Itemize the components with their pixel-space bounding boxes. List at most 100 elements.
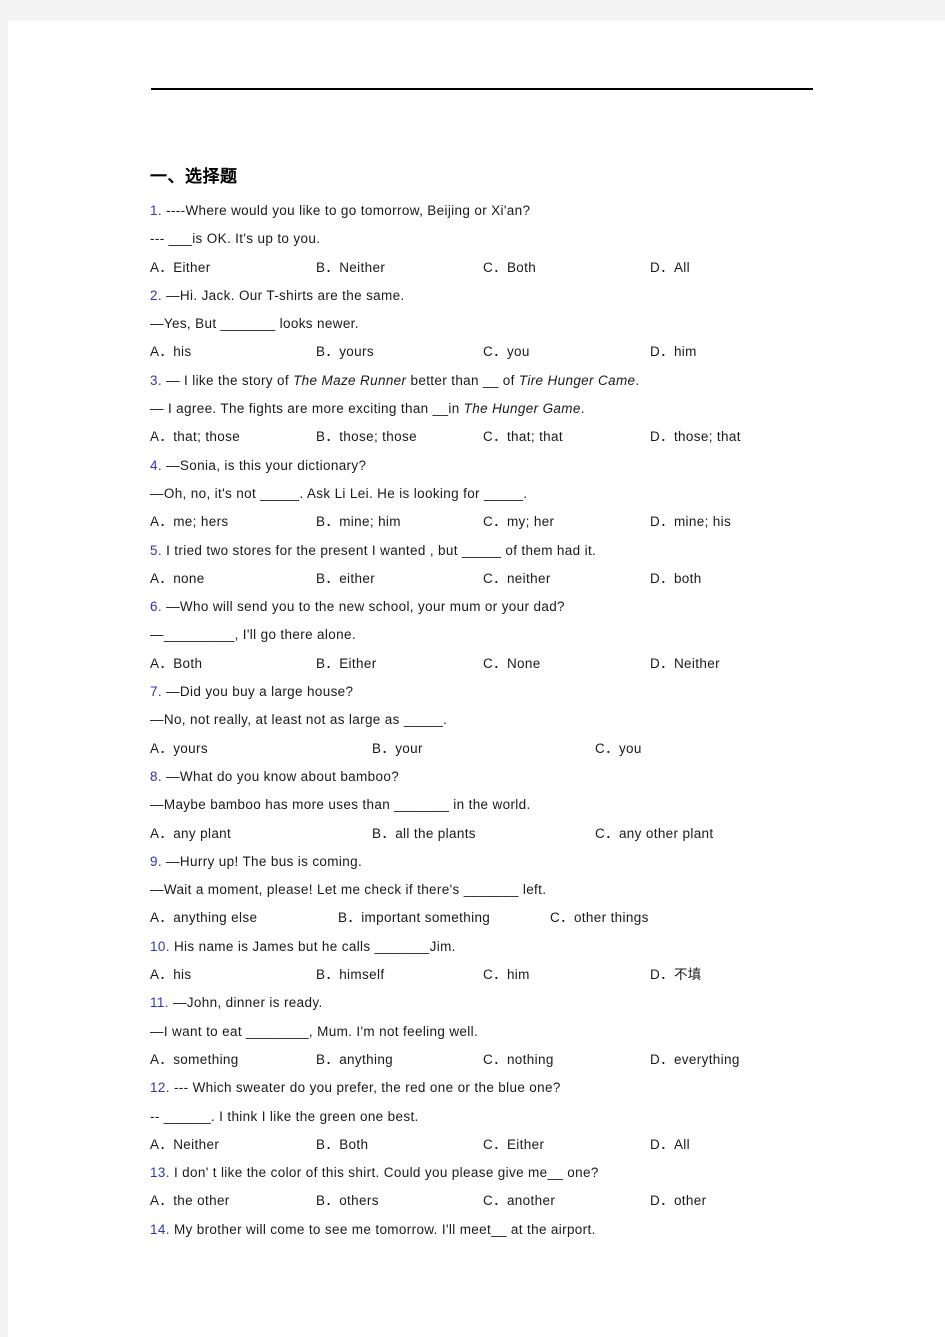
question-text: —Hi. Jack. Our T-shirts are the same. — [166, 287, 405, 303]
question-text: —Who will send you to the new school, yo… — [166, 599, 565, 615]
option-row: A．none B．either C．neither D．both — [150, 565, 850, 593]
question-text: —_________, I'll go there alone. — [150, 627, 356, 643]
question-line: 3. — I like the story of The Maze Runner… — [150, 367, 850, 395]
option-choice[interactable]: A．the other — [150, 1187, 230, 1215]
option-choice[interactable]: C．Either — [483, 1131, 544, 1159]
question-line: 1. ----Where would you like to go tomorr… — [150, 197, 850, 225]
question-text: —Wait a moment, please! Let me check if … — [150, 882, 547, 898]
question-line: 11. —John, dinner is ready. — [150, 989, 850, 1017]
option-choice[interactable]: B．Either — [316, 650, 377, 678]
question-number: 12. — [150, 1080, 170, 1096]
option-choice[interactable]: B．those; those — [316, 423, 417, 451]
question-line: 6. —Who will send you to the new school,… — [150, 593, 850, 621]
option-choice[interactable]: B．others — [316, 1187, 379, 1215]
option-choice[interactable]: C．any other plant — [595, 820, 714, 848]
question-line: 5. I tried two stores for the present I … — [150, 537, 850, 565]
question-line: —I want to eat ________, Mum. I'm not fe… — [150, 1018, 850, 1046]
question-text: — I agree. The fights are more exciting … — [150, 401, 585, 417]
question-line: 14. My brother will come to see me tomor… — [150, 1216, 850, 1244]
question-text: —No, not really, at least not as large a… — [150, 712, 448, 728]
question-line: 4. —Sonia, is this your dictionary? — [150, 452, 850, 480]
option-choice[interactable]: A．any plant — [150, 820, 231, 848]
option-choice[interactable]: C．my; her — [483, 508, 554, 536]
option-choice[interactable]: D．everything — [650, 1046, 740, 1074]
option-row: A．that; those B．those; those C．that; that D… — [150, 423, 850, 451]
option-choice[interactable]: C．that; that — [483, 423, 563, 451]
option-choice[interactable]: B．all the plants — [372, 820, 476, 848]
option-choice[interactable]: B．himself — [316, 961, 384, 989]
option-choice[interactable]: A．his — [150, 961, 192, 989]
option-choice[interactable]: D．Neither — [650, 650, 720, 678]
option-choice[interactable]: B．Both — [316, 1131, 368, 1159]
option-choice[interactable]: B．important something — [338, 904, 490, 932]
option-choice[interactable]: C．him — [483, 961, 530, 989]
option-row: A．his B．himself C．him D．不填 — [150, 961, 850, 989]
option-choice[interactable]: A．Both — [150, 650, 202, 678]
option-choice[interactable]: B．Neither — [316, 254, 385, 282]
question-line: —Maybe bamboo has more uses than _______… — [150, 791, 850, 819]
question-text: -- ______. I think I like the green one … — [150, 1108, 419, 1124]
question-number: 10. — [150, 938, 170, 954]
option-choice[interactable]: C．another — [483, 1187, 555, 1215]
option-choice[interactable]: D．All — [650, 1131, 690, 1159]
option-choice[interactable]: C．None — [483, 650, 541, 678]
option-row: A．me; hers B．mine; him C．my; her D．mine; hi… — [150, 508, 850, 536]
document-page: 一、选择题 1. ----Where would you like to go … — [8, 21, 945, 1337]
option-choice[interactable]: C．Both — [483, 254, 536, 282]
option-choice[interactable]: B．anything — [316, 1046, 393, 1074]
question-text: —Sonia, is this your dictionary? — [166, 457, 367, 473]
question-number: 14. — [150, 1221, 170, 1237]
option-row: A．the other B．others C．another D．other — [150, 1187, 850, 1215]
option-choice[interactable]: C．other things — [550, 904, 649, 932]
option-choice[interactable]: A．yours — [150, 735, 208, 763]
question-text: I tried two stores for the present I wan… — [166, 542, 597, 558]
option-choice[interactable]: C．you — [483, 338, 530, 366]
option-choice[interactable]: A．none — [150, 565, 205, 593]
option-choice[interactable]: A．his — [150, 338, 192, 366]
option-choice[interactable]: D．those; that — [650, 423, 741, 451]
option-choice[interactable]: D．him — [650, 338, 697, 366]
option-choice[interactable]: D．other — [650, 1187, 706, 1215]
question-number: 4. — [150, 457, 162, 473]
option-choice[interactable]: C．you — [595, 735, 642, 763]
option-choice[interactable]: C．neither — [483, 565, 551, 593]
question-line: 9. —Hurry up! The bus is coming. — [150, 848, 850, 876]
option-row: A．Either B．Neither C．Both D．All — [150, 254, 850, 282]
option-choice[interactable]: D．mine; his — [650, 508, 731, 536]
question-line: 13. I don' t like the color of this shir… — [150, 1159, 850, 1187]
question-number: 2. — [150, 287, 162, 303]
question-text: I don' t like the color of this shirt. C… — [173, 1165, 599, 1181]
question-number: 3. — [150, 372, 162, 388]
option-choice[interactable]: A．that; those — [150, 423, 240, 451]
question-text: —Did you buy a large house? — [166, 684, 354, 700]
question-text: —Maybe bamboo has more uses than _______… — [150, 797, 531, 813]
option-choice[interactable]: D．All — [650, 254, 690, 282]
option-choice[interactable]: B．mine; him — [316, 508, 401, 536]
option-choice[interactable]: D．不填 — [650, 961, 702, 989]
question-text: My brother will come to see me tomorrow.… — [173, 1221, 596, 1237]
question-line: —No, not really, at least not as large a… — [150, 706, 850, 734]
question-text: —Yes, But _______ looks newer. — [150, 316, 359, 332]
option-choice[interactable]: A．anything else — [150, 904, 257, 932]
option-choice[interactable]: B．yours — [316, 338, 374, 366]
option-choice[interactable]: C．nothing — [483, 1046, 554, 1074]
question-text: ----Where would you like to go tomorrow,… — [166, 203, 531, 218]
question-text: —Oh, no, it's not _____. Ask Li Lei. He … — [150, 485, 528, 501]
header-rule — [151, 88, 813, 90]
option-choice[interactable]: B．either — [316, 565, 375, 593]
question-line: —Yes, But _______ looks newer. — [150, 310, 850, 338]
option-choice[interactable]: A．me; hers — [150, 508, 229, 536]
option-choice[interactable]: B．your — [372, 735, 423, 763]
option-choice[interactable]: D．both — [650, 565, 702, 593]
section-heading: 一、选择题 — [150, 167, 238, 187]
question-text: —I want to eat ________, Mum. I'm not fe… — [150, 1023, 479, 1039]
option-row: A．yours B．your C．you — [150, 735, 850, 763]
question-line: —Wait a moment, please! Let me check if … — [150, 876, 850, 904]
option-choice[interactable]: A．Neither — [150, 1131, 219, 1159]
option-choice[interactable]: A．something — [150, 1046, 239, 1074]
question-line: 12. --- Which sweater do you prefer, the… — [150, 1074, 850, 1102]
option-choice[interactable]: A．Either — [150, 254, 211, 282]
question-line: -- ______. I think I like the green one … — [150, 1103, 850, 1131]
question-line: —Oh, no, it's not _____. Ask Li Lei. He … — [150, 480, 850, 508]
question-number: 1. — [150, 203, 162, 218]
